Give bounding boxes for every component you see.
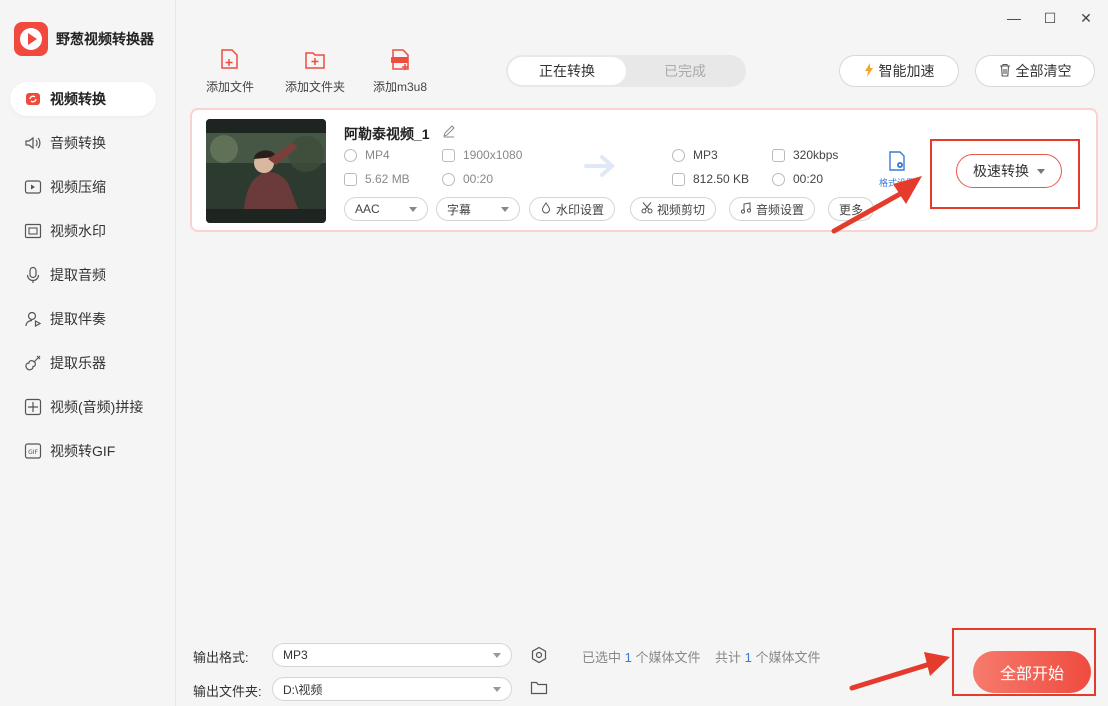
output-folder-value: D:\视频 (283, 682, 323, 697)
output-folder-label: 输出文件夹: (193, 684, 262, 699)
start-all-button[interactable]: 全部开始 (973, 651, 1091, 693)
total-suffix: 个媒体文件 (755, 650, 821, 665)
selected-count: 已选中 1 个媒体文件 (582, 647, 701, 666)
output-format-value: MP3 (283, 648, 308, 662)
output-folder-select[interactable]: D:\视频 (272, 677, 512, 701)
annotation-arrow-icon (831, 176, 922, 234)
selected-count-value: 1 (624, 650, 632, 665)
output-format-select[interactable]: MP3 (272, 643, 512, 667)
chevron-down-icon (493, 652, 501, 658)
selected-suffix: 个媒体文件 (635, 650, 701, 665)
annotation-arrow-icon (849, 652, 950, 691)
total-count-value: 1 (744, 650, 752, 665)
chevron-down-icon (493, 686, 501, 692)
annotation-arrows (831, 176, 950, 691)
open-folder-icon[interactable] (530, 680, 548, 699)
total-prefix: 共计 (715, 650, 742, 665)
output-format-label: 输出格式: (193, 650, 249, 665)
total-count: 共计 1 个媒体文件 (715, 647, 821, 666)
selected-prefix: 已选中 (582, 650, 622, 665)
format-settings-gear-icon[interactable] (530, 646, 548, 667)
